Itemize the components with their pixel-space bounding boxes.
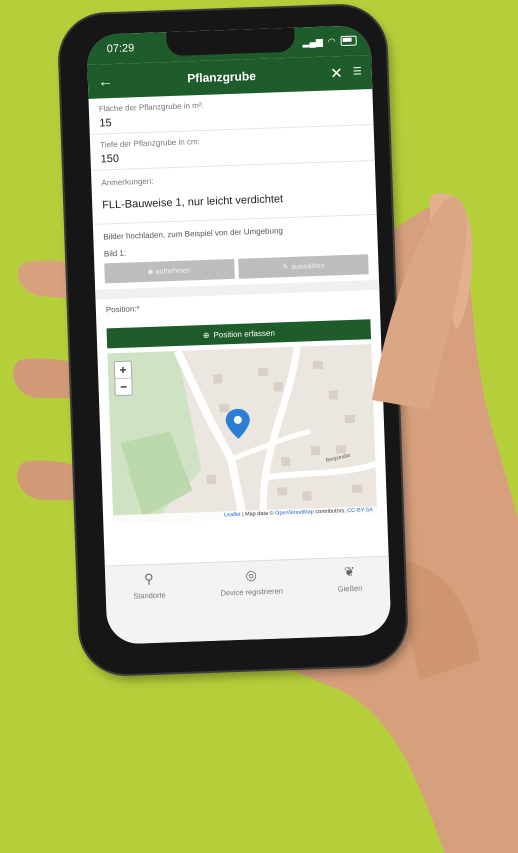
location-pin-icon: ⚲ bbox=[143, 570, 154, 587]
notes-label: Anmerkungen: bbox=[101, 176, 154, 188]
capture-position-label: Position erfassen bbox=[213, 328, 275, 340]
zoom-out-button[interactable]: − bbox=[115, 377, 132, 396]
status-time: 07:29 bbox=[106, 42, 135, 56]
target-icon: ◎ bbox=[245, 567, 258, 583]
pencil-icon: ✎ bbox=[282, 264, 289, 272]
position-section: Position:* ⊕ Position erfassen Bergstraß… bbox=[96, 290, 388, 528]
tab-standorte-label: Standorte bbox=[133, 590, 166, 601]
signal-icon: ▂▄▆ bbox=[302, 36, 323, 47]
attribution-contrib: contributors, bbox=[313, 508, 348, 516]
tab-device-registrieren[interactable]: ◎ Device registrieren bbox=[220, 566, 285, 640]
battery-icon bbox=[340, 35, 357, 47]
select-image-button[interactable]: ✎ auswählen bbox=[238, 254, 369, 279]
arrow-left-icon[interactable]: ← bbox=[98, 73, 114, 91]
form-content: Fläche der Pflanzgrube in m²: 15 Tiefe d… bbox=[88, 88, 388, 528]
select-image-label: auswählen bbox=[291, 262, 325, 271]
attribution-text: | Map data © bbox=[240, 510, 276, 518]
capture-image-label: aufnehmen bbox=[155, 266, 191, 276]
notes-input[interactable]: FLL-Bauweise 1, nur leicht verdichtet bbox=[102, 190, 366, 211]
camera-icon: ◙ bbox=[148, 268, 153, 276]
map-view[interactable]: Bergstraße + − Leaflet | Map data © Open… bbox=[107, 344, 378, 524]
osm-link[interactable]: OpenStreetMap bbox=[275, 509, 314, 516]
bottom-tab-bar: ⚲ Standorte ◎ Device registrieren ❦ Gieß… bbox=[104, 555, 392, 645]
tab-device-label: Device registrieren bbox=[220, 586, 284, 598]
zoom-in-button[interactable]: + bbox=[115, 362, 132, 379]
image-upload-section: Bilder hochladen, zum Beispiel von der U… bbox=[93, 215, 379, 290]
close-icon[interactable]: ✕ bbox=[330, 65, 343, 82]
map-zoom-control: + − bbox=[113, 360, 133, 397]
phone-notch bbox=[166, 27, 295, 57]
position-label: Position:* bbox=[105, 304, 140, 315]
license-link[interactable]: CC-BY-SA bbox=[347, 507, 373, 514]
upload-label: Bilder hochladen, zum Beispiel von der U… bbox=[103, 226, 284, 242]
tab-giessen[interactable]: ❦ Gießen bbox=[337, 564, 364, 637]
tab-giessen-label: Gießen bbox=[337, 583, 363, 594]
leaflet-link[interactable]: Leaflet bbox=[224, 512, 241, 519]
page-title: Pflanzgrube bbox=[186, 69, 257, 86]
menu-icon[interactable]: ☰ bbox=[353, 66, 362, 77]
phone-screen: 07:29 ▂▄▆ ◠ ← Pflanzgrube ✕ ☰ Fläche der… bbox=[86, 25, 392, 645]
crosshair-icon: ⊕ bbox=[202, 330, 210, 340]
tab-standorte[interactable]: ⚲ Standorte bbox=[132, 571, 167, 644]
map-tiles: Bergstraße bbox=[107, 344, 378, 524]
notes-field[interactable]: Anmerkungen: FLL-Bauweise 1, nur leicht … bbox=[91, 160, 377, 225]
capture-position-button[interactable]: ⊕ Position erfassen bbox=[106, 319, 372, 349]
leaf-icon: ❦ bbox=[343, 563, 356, 580]
wifi-icon: ◠ bbox=[327, 35, 336, 47]
phone-frame: 07:29 ▂▄▆ ◠ ← Pflanzgrube ✕ ☰ Fläche der… bbox=[58, 4, 408, 676]
status-icons: ▂▄▆ ◠ bbox=[302, 35, 357, 48]
capture-image-button[interactable]: ◙ aufnehmen bbox=[104, 258, 235, 284]
